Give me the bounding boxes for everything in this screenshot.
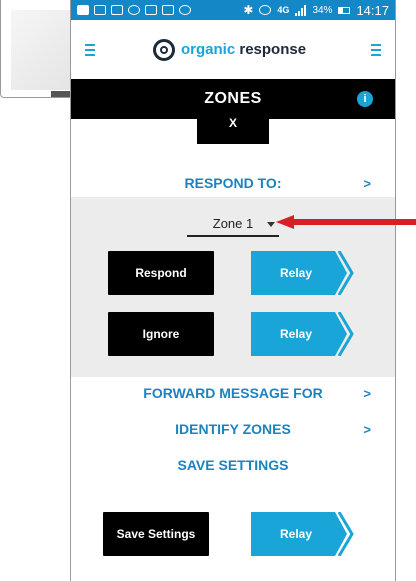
menu-right-icon[interactable]	[371, 43, 381, 56]
menu-left-icon[interactable]	[85, 43, 95, 56]
logo-word-response: response	[235, 41, 307, 58]
save-settings-button[interactable]: Save Settings	[103, 512, 209, 556]
chevron-right-icon: >	[363, 175, 371, 191]
respond-to-link[interactable]: RESPOND TO: >	[71, 170, 395, 196]
identify-zones-link[interactable]: IDENTIFY ZONES >	[71, 416, 395, 442]
calendar-icon	[162, 5, 174, 15]
relay-button-respond[interactable]: Relay	[251, 251, 357, 295]
respond-to-label: RESPOND TO:	[184, 175, 282, 191]
battery-percent: 34%	[312, 4, 333, 16]
background-window-content	[11, 10, 73, 90]
alarm-icon	[179, 5, 191, 15]
logo: organic response	[153, 38, 307, 61]
info-icon[interactable]: i	[357, 91, 373, 107]
logo-mark-icon	[153, 38, 175, 61]
forward-message-label: FORWARD MESSAGE FOR	[143, 385, 323, 401]
gallery-icon	[145, 5, 157, 15]
pointer-arrow-icon	[276, 215, 416, 229]
save-settings-heading: SAVE SETTINGS	[71, 452, 395, 478]
app-header: organic response	[71, 20, 395, 79]
ignore-button[interactable]: Ignore	[108, 312, 214, 356]
relay-button-save[interactable]: Relay	[251, 512, 357, 556]
close-button[interactable]: X	[197, 116, 269, 144]
chevron-right-icon: >	[363, 385, 371, 401]
bluetooth-status-icon: ✱	[243, 3, 254, 17]
save-settings-label: SAVE SETTINGS	[177, 457, 289, 473]
chevron-right-icon: >	[363, 421, 371, 437]
phone-screen: ✱ 4G 34% 14:17 organic response ZONES i …	[70, 0, 396, 581]
respond-button[interactable]: Respond	[108, 251, 214, 295]
add-icon	[77, 5, 89, 15]
bluetooth-icon	[128, 5, 140, 15]
relay-button-ignore[interactable]: Relay	[251, 312, 357, 356]
background-window	[0, 0, 74, 98]
clock: 14:17	[356, 2, 389, 18]
relay-label: Relay	[279, 527, 313, 541]
nytimes-icon	[111, 5, 123, 15]
title-bar: ZONES i	[71, 79, 395, 119]
forward-message-link[interactable]: FORWARD MESSAGE FOR >	[71, 380, 395, 406]
signal-icon	[295, 4, 307, 16]
status-bar: ✱ 4G 34% 14:17	[71, 0, 395, 20]
identify-zones-label: IDENTIFY ZONES	[175, 421, 291, 437]
page-title: ZONES	[204, 90, 262, 107]
relay-label: Relay	[279, 327, 313, 341]
network-type: 4G	[277, 5, 290, 15]
zone-select-value: Zone 1	[212, 216, 254, 231]
alarm-clock-icon	[259, 5, 272, 15]
zone-select[interactable]: Zone 1	[187, 213, 279, 237]
image-icon	[94, 5, 106, 15]
battery-icon	[338, 6, 351, 14]
logo-word-organic: organic	[181, 41, 236, 58]
relay-label: Relay	[279, 266, 313, 280]
